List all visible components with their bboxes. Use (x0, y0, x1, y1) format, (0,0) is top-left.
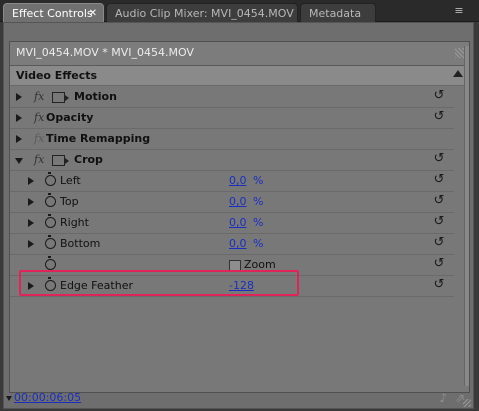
expand-arrow-icon[interactable] (28, 198, 34, 206)
stopwatch-icon[interactable] (45, 214, 56, 228)
expand-arrow-icon[interactable] (16, 114, 22, 122)
property-row-left: Left 0,0 % ↺ (10, 171, 454, 192)
reset-icon[interactable]: ↺ (432, 173, 446, 187)
value-top[interactable]: 0,0 (229, 195, 247, 208)
expand-arrow-icon[interactable] (28, 177, 34, 185)
property-row-bottom: Bottom 0,0 % ↺ (10, 234, 454, 255)
tab-effect-controls[interactable]: Effect Controls ✕ (3, 3, 104, 22)
timecode-dropdown-icon[interactable] (6, 396, 12, 401)
property-name-left: Left (60, 174, 81, 187)
property-row-right: Right 0,0 % ↺ (10, 213, 454, 234)
value-right[interactable]: 0,0 (229, 216, 247, 229)
value-left[interactable]: 0,0 (229, 174, 247, 187)
edge-feather-highlight (19, 270, 299, 296)
unit-top: % (253, 195, 264, 208)
effect-row-motion[interactable]: fx Motion ↺ (10, 87, 454, 108)
bottom-bar: 00:00:06:05 ♪ ⇗ (4, 389, 473, 407)
property-name-bottom: Bottom (60, 237, 101, 250)
reset-icon[interactable]: ↺ (432, 257, 446, 271)
unit-right: % (253, 216, 264, 229)
fx-toggle-icon[interactable]: fx (34, 90, 44, 103)
collapse-arrow-icon[interactable] (15, 158, 23, 164)
effect-controls-panel: MVI_0454.MOV * MVI_0454.MOV Video Effect… (3, 22, 474, 409)
reset-icon[interactable]: ↺ (432, 236, 446, 250)
panel-tab-bar: Effect Controls ✕ Audio Clip Mixer: MVI_… (0, 0, 479, 22)
expand-arrow-icon[interactable] (16, 93, 22, 101)
transform-icon[interactable] (52, 155, 69, 166)
audio-icon[interactable]: ♪ (439, 391, 447, 405)
reset-icon[interactable]: ↺ (432, 110, 446, 124)
tab-close-icon[interactable]: ✕ (89, 4, 97, 23)
effects-list: MVI_0454.MOV * MVI_0454.MOV Video Effect… (9, 41, 470, 393)
resize-grip-icon[interactable] (463, 399, 471, 407)
tab-metadata[interactable]: Metadata (300, 3, 376, 22)
effect-name-crop: Crop (74, 153, 103, 166)
reset-icon[interactable]: ↺ (432, 152, 446, 166)
property-row-top: Top 0,0 % ↺ (10, 192, 454, 213)
value-bottom[interactable]: 0,0 (229, 237, 247, 250)
expand-arrow-icon[interactable] (16, 135, 22, 143)
scroll-up-icon[interactable] (453, 70, 463, 77)
stopwatch-icon[interactable] (45, 172, 56, 186)
property-name-top: Top (60, 195, 79, 208)
stopwatch-icon[interactable] (45, 193, 56, 207)
reset-icon[interactable]: ↺ (432, 194, 446, 208)
tab-audio-clip-mixer-label: Audio Clip Mixer: MVI_0454.MOV (115, 7, 294, 20)
vertical-scrollbar[interactable] (464, 46, 469, 386)
effect-name-motion: Motion (74, 90, 117, 103)
effect-row-time-remapping[interactable]: fx Time Remapping (10, 129, 454, 150)
reset-icon[interactable]: ↺ (432, 278, 446, 292)
unit-left: % (253, 174, 264, 187)
unit-bottom: % (253, 237, 264, 250)
reset-icon[interactable]: ↺ (432, 89, 446, 103)
timecode[interactable]: 00:00:06:05 (14, 391, 81, 404)
transform-icon[interactable] (52, 92, 69, 103)
tab-metadata-label: Metadata (309, 7, 362, 20)
effect-row-opacity[interactable]: fx Opacity ↺ (10, 108, 454, 129)
tab-effect-controls-label: Effect Controls (12, 7, 93, 20)
panel-menu-icon[interactable]: ≡ (451, 4, 467, 18)
fx-toggle-icon[interactable]: fx (34, 153, 44, 166)
clip-title: MVI_0454.MOV * MVI_0454.MOV (16, 46, 194, 59)
video-effects-header: Video Effects (10, 66, 469, 86)
effect-name-opacity: Opacity (46, 111, 94, 124)
tab-audio-clip-mixer[interactable]: Audio Clip Mixer: MVI_0454.MOV (106, 3, 298, 22)
property-name-right: Right (60, 216, 89, 229)
expand-arrow-icon[interactable] (28, 219, 34, 227)
effect-row-crop[interactable]: fx Crop ↺ (10, 150, 454, 171)
effect-name-time-remapping: Time Remapping (46, 132, 151, 145)
stopwatch-icon[interactable] (45, 256, 56, 270)
stopwatch-icon[interactable] (45, 235, 56, 249)
expand-arrow-icon[interactable] (28, 240, 34, 248)
reset-icon[interactable]: ↺ (432, 215, 446, 229)
video-effects-title: Video Effects (16, 69, 98, 82)
clip-header: MVI_0454.MOV * MVI_0454.MOV (10, 42, 469, 66)
fx-toggle-icon[interactable]: fx (34, 111, 44, 124)
fx-toggle-icon: fx (34, 132, 45, 145)
